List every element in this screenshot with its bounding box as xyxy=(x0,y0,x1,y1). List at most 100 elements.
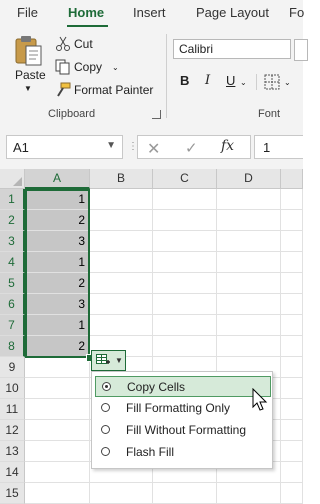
column-header-b[interactable]: B xyxy=(90,169,153,189)
grid-cell[interactable] xyxy=(281,399,303,420)
grid-cell[interactable] xyxy=(281,315,303,336)
grid-cell[interactable] xyxy=(25,462,90,483)
bold-button[interactable]: B xyxy=(180,73,189,88)
tab-home[interactable]: Home xyxy=(68,5,104,20)
menu-item-flash-fill[interactable]: Flash Fill xyxy=(95,442,271,463)
row-header[interactable]: 5 xyxy=(0,273,25,294)
grid-cell[interactable] xyxy=(281,252,303,273)
column-header-a[interactable]: A xyxy=(25,169,90,189)
grid-cell[interactable] xyxy=(25,399,90,420)
grid-cell[interactable] xyxy=(217,252,281,273)
grid-cell[interactable] xyxy=(281,441,303,462)
row-header[interactable]: 15 xyxy=(0,483,25,504)
grid-cell[interactable]: 1 xyxy=(25,252,90,273)
copy-button[interactable]: Copy ⌄ xyxy=(55,58,119,76)
grid-cell[interactable] xyxy=(25,378,90,399)
row-header[interactable]: 2 xyxy=(0,210,25,231)
chevron-down-icon[interactable]: ⌄ xyxy=(240,78,247,87)
insert-function-button[interactable]: fx xyxy=(221,138,234,154)
column-header-e[interactable] xyxy=(281,169,303,189)
grid-cell[interactable] xyxy=(217,294,281,315)
column-header-c[interactable]: C xyxy=(153,169,217,189)
grid-cell[interactable]: 1 xyxy=(25,315,90,336)
row-header[interactable]: 3 xyxy=(0,231,25,252)
grid-cell[interactable] xyxy=(281,462,303,483)
row-header[interactable]: 1 xyxy=(0,189,25,210)
grid-cell[interactable] xyxy=(281,273,303,294)
row-header[interactable]: 14 xyxy=(0,462,25,483)
menu-item-fill-formatting-only[interactable]: Fill Formatting Only xyxy=(95,398,271,419)
grid-cell[interactable] xyxy=(25,483,90,504)
grid-cell[interactable] xyxy=(217,189,281,210)
tab-insert[interactable]: Insert xyxy=(133,5,166,20)
row-header[interactable]: 11 xyxy=(0,399,25,420)
cut-button[interactable]: Cut xyxy=(55,35,93,53)
grid-cell[interactable] xyxy=(90,273,153,294)
tab-page-layout[interactable]: Page Layout xyxy=(196,5,269,20)
grid-cell[interactable] xyxy=(281,210,303,231)
dialog-launcher-icon[interactable] xyxy=(152,110,161,119)
row-header[interactable]: 6 xyxy=(0,294,25,315)
grid-cell[interactable] xyxy=(153,483,217,504)
grid-cell[interactable] xyxy=(90,231,153,252)
grid-cell[interactable] xyxy=(90,294,153,315)
cancel-icon[interactable]: ✕ xyxy=(147,139,160,159)
menu-item-copy-cells[interactable]: Copy Cells xyxy=(95,376,271,397)
grid-cell[interactable] xyxy=(25,357,90,378)
grid-cell[interactable] xyxy=(90,210,153,231)
row-header[interactable]: 7 xyxy=(0,315,25,336)
chevron-down-icon[interactable]: ⌄ xyxy=(112,63,119,72)
grid-cell[interactable] xyxy=(25,420,90,441)
grid-cell[interactable] xyxy=(25,441,90,462)
tab-formulas[interactable]: Fo xyxy=(289,5,304,20)
menu-item-fill-without-formatting[interactable]: Fill Without Formatting xyxy=(95,420,271,441)
row-header[interactable]: 9 xyxy=(0,357,25,378)
grid-cell[interactable] xyxy=(217,231,281,252)
column-header-d[interactable]: D xyxy=(217,169,281,189)
borders-icon[interactable] xyxy=(264,74,280,90)
grid-cell[interactable] xyxy=(281,357,303,378)
row-header[interactable]: 10 xyxy=(0,378,25,399)
row-header[interactable]: 8 xyxy=(0,336,25,357)
auto-fill-options-button[interactable]: ▼ xyxy=(91,350,126,371)
grid-cell[interactable] xyxy=(217,483,281,504)
grid-cell[interactable] xyxy=(217,210,281,231)
font-size-dropdown[interactable] xyxy=(294,39,308,61)
row-header[interactable]: 4 xyxy=(0,252,25,273)
grid-cell[interactable] xyxy=(153,252,217,273)
italic-button[interactable]: I xyxy=(205,73,210,88)
font-name-dropdown[interactable]: Calibri xyxy=(173,39,291,59)
row-header[interactable]: 13 xyxy=(0,441,25,462)
grid-cell[interactable]: 3 xyxy=(25,231,90,252)
grid-cell[interactable] xyxy=(281,420,303,441)
format-painter-button[interactable]: Format Painter xyxy=(55,81,153,99)
grid-cell[interactable] xyxy=(281,336,303,357)
grid-cell[interactable] xyxy=(217,315,281,336)
grid-cell[interactable] xyxy=(217,336,281,357)
underline-button[interactable]: U xyxy=(226,73,235,88)
formula-input[interactable]: 1 xyxy=(254,135,303,159)
select-all-button[interactable] xyxy=(0,169,25,189)
tab-file[interactable]: File xyxy=(17,5,38,20)
grid-cell[interactable] xyxy=(153,315,217,336)
grid-cell[interactable] xyxy=(90,483,153,504)
name-box[interactable]: A1 ▼ xyxy=(6,135,123,159)
grid-cell[interactable] xyxy=(153,294,217,315)
chevron-down-icon[interactable]: ▼ xyxy=(106,140,116,151)
grid-cell[interactable]: 2 xyxy=(25,336,90,357)
grid-cell[interactable] xyxy=(90,189,153,210)
grid-cell[interactable] xyxy=(153,231,217,252)
grid-cell[interactable] xyxy=(281,294,303,315)
grid-cell[interactable]: 1 xyxy=(25,189,90,210)
grid-cell[interactable] xyxy=(281,483,303,504)
row-header[interactable]: 12 xyxy=(0,420,25,441)
grid-cell[interactable]: 2 xyxy=(25,273,90,294)
grid-cell[interactable] xyxy=(153,336,217,357)
grid-cell[interactable] xyxy=(281,231,303,252)
enter-icon[interactable]: ✓ xyxy=(185,139,198,157)
grid-cell[interactable] xyxy=(153,210,217,231)
grid-cell[interactable] xyxy=(90,315,153,336)
chevron-down-icon[interactable]: ▼ xyxy=(24,84,32,93)
grid-cell[interactable] xyxy=(217,273,281,294)
grid-cell[interactable] xyxy=(153,273,217,294)
